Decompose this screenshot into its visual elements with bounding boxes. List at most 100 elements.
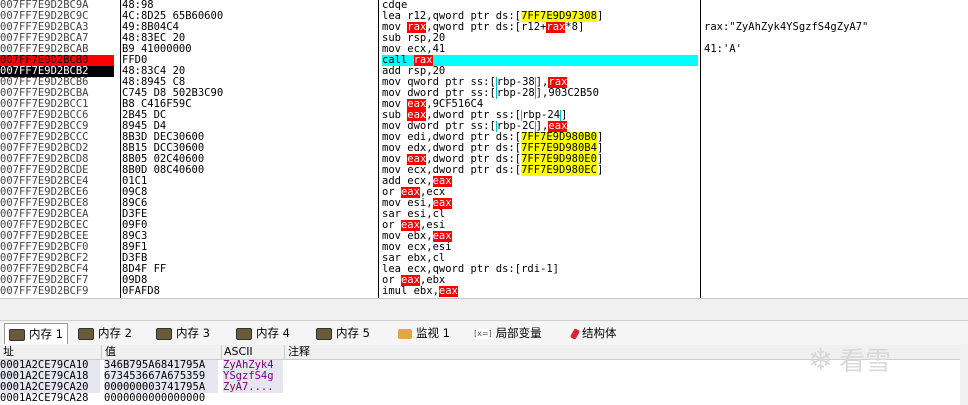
instruction-address[interactable]: 007FF7E9D2BCC6: [0, 110, 114, 121]
disasm-row[interactable]: 007FF7E9D2BCB2 48:83C4 20 add rsp,20: [0, 66, 968, 77]
instruction-text[interactable]: mov dword ptr ss:[rbp-28],903C2B50: [382, 88, 698, 99]
disasm-row[interactable]: 007FF7E9D2BCB0 FFD0 call rax: [0, 55, 968, 66]
disasm-row[interactable]: 007FF7E9D2BCCC 8B3D DEC30600 mov edi,dword…: [0, 132, 968, 143]
instruction-address[interactable]: 007FF7E9D2BCB2: [0, 66, 114, 77]
instruction-address[interactable]: 007FF7E9D2BCBA: [0, 88, 114, 99]
instruction-address[interactable]: 007FF7E9D2BCEE: [0, 231, 114, 242]
disasm-row[interactable]: 007FF7E9D2BCAB B9 41000000 mov ecx,41 41:'A…: [0, 44, 968, 55]
instruction-address[interactable]: 007FF7E9D2BCCC: [0, 132, 114, 143]
instruction-address[interactable]: 007FF7E9D2BCF9: [0, 286, 114, 297]
tab-memory-4[interactable]: 内存 4: [232, 323, 294, 343]
instruction-text[interactable]: sub eax,dword ptr ss:[rbp-24]: [382, 110, 698, 121]
instruction-text[interactable]: sar esi,cl: [382, 209, 698, 220]
tab-watch-6[interactable]: 监视 1: [394, 323, 454, 343]
tab-locals-7[interactable]: [x=] 局部变量: [470, 323, 546, 343]
instruction-address[interactable]: 007FF7E9D2BCD8: [0, 154, 114, 165]
instruction-text[interactable]: mov esi,eax: [382, 198, 698, 209]
instruction-text[interactable]: add ecx,eax: [382, 176, 698, 187]
instruction-address[interactable]: 007FF7E9D2BCEC: [0, 220, 114, 231]
disasm-row[interactable]: 007FF7E9D2BCF0 89F1 mov ecx,esi: [0, 242, 968, 253]
disasm-row[interactable]: 007FF7E9D2BCA3 49:8B04C4 mov rax,qword ptr…: [0, 22, 968, 33]
disasm-row[interactable]: 007FF7E9D2BCC1 B8 C416F59C mov eax,9CF516C…: [0, 99, 968, 110]
memory-scrollbar[interactable]: [960, 344, 968, 405]
disasm-row[interactable]: 007FF7E9D2BCE6 09C8 or eax,ecx: [0, 187, 968, 198]
instruction-address[interactable]: 007FF7E9D2BCC9: [0, 121, 114, 132]
disasm-row[interactable]: 007FF7E9D2BCDE 8B0D 08C40600 mov ecx,dword…: [0, 165, 968, 176]
instruction-address[interactable]: 007FF7E9D2BCE4: [0, 176, 114, 187]
instruction-bytes: 09C8: [122, 187, 148, 198]
instruction-address[interactable]: 007FF7E9D2BCD2: [0, 143, 114, 154]
instruction-address[interactable]: 007FF7E9D2BCF2: [0, 253, 114, 264]
tab-memory-3[interactable]: 内存 3: [152, 323, 214, 343]
instruction-text[interactable]: imul ebx,eax: [382, 286, 698, 297]
instruction-address[interactable]: 007FF7E9D2BC9C: [0, 11, 114, 22]
instruction-text[interactable]: cdqe: [382, 0, 698, 11]
tab-struct-8[interactable]: 结构体: [568, 323, 621, 343]
instruction-address[interactable]: 007FF7E9D2BCA7: [0, 33, 114, 44]
instruction-address[interactable]: 007FF7E9D2BCE8: [0, 198, 114, 209]
instruction-text[interactable]: mov dword ptr ss:[rbp-2C],eax: [382, 121, 698, 132]
instruction-text[interactable]: mov rax,qword ptr ds:[r12+rax*8]: [382, 22, 698, 33]
disasm-row[interactable]: 007FF7E9D2BCB6 48:8945 C8 mov qword ptr ss…: [0, 77, 968, 88]
disasm-row[interactable]: 007FF7E9D2BCEA D3FE sar esi,cl: [0, 209, 968, 220]
instruction-text[interactable]: mov ebx,eax: [382, 231, 698, 242]
disasm-row[interactable]: 007FF7E9D2BCF2 D3FB sar ebx,cl: [0, 253, 968, 264]
instruction-text[interactable]: sub rsp,20: [382, 33, 698, 44]
disasm-row[interactable]: 007FF7E9D2BCEE 89C3 mov ebx,eax: [0, 231, 968, 242]
disasm-row[interactable]: 007FF7E9D2BCE8 89C6 mov esi,eax: [0, 198, 968, 209]
instruction-bytes: 4C:8D25 65B60600: [122, 11, 224, 22]
instruction-address[interactable]: 007FF7E9D2BCF4: [0, 264, 114, 275]
instruction-text[interactable]: or eax,ebx: [382, 275, 698, 286]
disasm-row[interactable]: 007FF7E9D2BCF7 09D8 or eax,ebx: [0, 275, 968, 286]
tab-memory-2[interactable]: 内存 2: [74, 323, 136, 343]
ascii-column-header[interactable]: ASCII: [221, 345, 285, 359]
instruction-address[interactable]: 007FF7E9D2BCAB: [0, 44, 114, 55]
disasm-row[interactable]: 007FF7E9D2BCA7 48:83EC 20 sub rsp,20: [0, 33, 968, 44]
instruction-address[interactable]: 007FF7E9D2BCA3: [0, 22, 114, 33]
instruction-text[interactable]: mov eax,dword ptr ds:[7FF7E9D980E0]: [382, 154, 698, 165]
address-column-header[interactable]: 址: [0, 345, 102, 359]
disasm-row[interactable]: 007FF7E9D2BC9A 48:98 cdqe: [0, 0, 968, 11]
disassembly-view[interactable]: 007FF7E9D2BC9A 48:98 cdqe 007FF7E9D2BC9C 4C:…: [0, 0, 968, 298]
disasm-row[interactable]: 007FF7E9D2BCD2 8B15 DCC30600 mov edx,dword…: [0, 143, 968, 154]
disasm-row[interactable]: 007FF7E9D2BCD8 8B05 02C40600 mov eax,dword…: [0, 154, 968, 165]
instruction-text[interactable]: add rsp,20: [382, 66, 698, 77]
instruction-text[interactable]: or eax,ecx: [382, 187, 698, 198]
disasm-row[interactable]: 007FF7E9D2BC9C 4C:8D25 65B60600 lea r12,qw…: [0, 11, 968, 22]
instruction-text[interactable]: mov ecx,esi: [382, 242, 698, 253]
instruction-text[interactable]: lea ecx,qword ptr ds:[rdi-1]: [382, 264, 698, 275]
instruction-text[interactable]: mov ecx,dword ptr ds:[7FF7E9D980EC]: [382, 165, 698, 176]
tab-memory-1[interactable]: 内存 1: [4, 323, 68, 344]
instruction-text[interactable]: lea r12,qword ptr ds:[7FF7E9D97308]: [382, 11, 698, 22]
instruction-text[interactable]: or eax,esi: [382, 220, 698, 231]
panel-splitter[interactable]: [0, 298, 968, 321]
instruction-text[interactable]: mov ecx,41: [382, 44, 698, 55]
disasm-row[interactable]: 007FF7E9D2BCC9 8945 D4 mov dword ptr ss:[r…: [0, 121, 968, 132]
value-column-header[interactable]: 值: [102, 345, 222, 359]
disasm-row[interactable]: 007FF7E9D2BCE4 01C1 add ecx,eax: [0, 176, 968, 187]
instruction-address[interactable]: 007FF7E9D2BCE6: [0, 187, 114, 198]
disasm-row[interactable]: 007FF7E9D2BCC6 2B45 DC sub eax,dword ptr s…: [0, 110, 968, 121]
instruction-text[interactable]: mov eax,9CF516C4: [382, 99, 698, 110]
instruction-text[interactable]: call rax: [382, 55, 698, 66]
memory-row[interactable]: 0001A2CE79CA28 0000000000000000: [0, 393, 968, 404]
instruction-bytes: 48:83C4 20: [122, 66, 186, 77]
instruction-text[interactable]: mov edi,dword ptr ds:[7FF7E9D980B0]: [382, 132, 698, 143]
instruction-text[interactable]: sar ebx,cl: [382, 253, 698, 264]
disasm-row[interactable]: 007FF7E9D2BCF4 8D4F FF lea ecx,qword ptr d…: [0, 264, 968, 275]
instruction-address[interactable]: 007FF7E9D2BCB0: [0, 55, 114, 66]
tab-memory-5[interactable]: 内存 5: [312, 323, 374, 343]
instruction-address[interactable]: 007FF7E9D2BCEA: [0, 209, 114, 220]
instruction-address[interactable]: 007FF7E9D2BCDE: [0, 165, 114, 176]
instruction-address[interactable]: 007FF7E9D2BCF7: [0, 275, 114, 286]
instruction-address[interactable]: 007FF7E9D2BC9A: [0, 0, 114, 11]
instruction-text[interactable]: mov qword ptr ss:[rbp-38],rax: [382, 77, 698, 88]
instruction-address[interactable]: 007FF7E9D2BCC1: [0, 99, 114, 110]
disasm-row[interactable]: 007FF7E9D2BCBA C745 D8 502B3C90 mov dword …: [0, 88, 968, 99]
instruction-bytes: B8 C416F59C: [122, 99, 192, 110]
instruction-text[interactable]: mov edx,dword ptr ds:[7FF7E9D980B4]: [382, 143, 698, 154]
instruction-address[interactable]: 007FF7E9D2BCB6: [0, 77, 114, 88]
disasm-row[interactable]: 007FF7E9D2BCEC 09F0 or eax,esi: [0, 220, 968, 231]
instruction-address[interactable]: 007FF7E9D2BCF0: [0, 242, 114, 253]
disasm-row[interactable]: 007FF7E9D2BCF9 0FAFD8 imul ebx,eax: [0, 286, 968, 297]
